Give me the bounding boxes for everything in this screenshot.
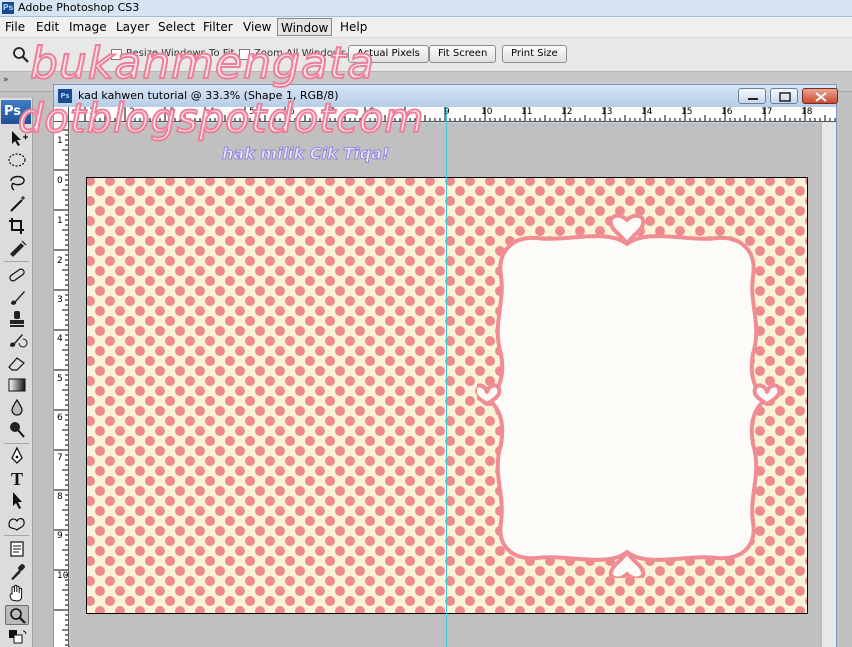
magic-wand-tool-icon[interactable] <box>5 194 29 214</box>
maximize-button[interactable] <box>770 88 798 104</box>
ruler-label: 7 <box>57 453 63 463</box>
zoom-tool-icon[interactable] <box>5 605 29 625</box>
vertical-guide-line[interactable] <box>446 107 447 647</box>
ruler-label: 17 <box>761 107 773 117</box>
title-bar: Ps Adobe Photoshop CS3 <box>0 0 852 17</box>
history-brush-tool-icon[interactable] <box>5 331 29 351</box>
ruler-label: 0 <box>57 176 63 186</box>
clone-stamp-tool-icon[interactable] <box>5 309 29 329</box>
menu-window[interactable]: Window <box>277 18 333 36</box>
ruler-label: 10 <box>481 107 493 117</box>
ruler-label: 13 <box>601 107 613 117</box>
zoom-tool-icon[interactable] <box>12 46 30 64</box>
lasso-tool-icon[interactable] <box>5 172 29 192</box>
elliptical-marquee-tool-icon[interactable] <box>5 150 29 170</box>
tool-separator <box>4 535 29 536</box>
menu-image[interactable]: Image <box>66 20 110 34</box>
close-button[interactable] <box>802 88 838 104</box>
blur-tool-icon[interactable] <box>5 397 29 417</box>
document-window: Ps kad kahwen tutorial @ 33.3% (Shape 1,… <box>53 84 838 647</box>
menu-file[interactable]: File <box>2 20 28 34</box>
eraser-tool-icon[interactable] <box>5 353 29 373</box>
menu-edit[interactable]: Edit <box>33 20 62 34</box>
ruler-label: 2 <box>57 256 63 266</box>
gradient-tool-icon[interactable] <box>5 375 29 395</box>
ruler-label: 9 <box>57 531 63 541</box>
app-title: Adobe Photoshop CS3 <box>18 1 140 14</box>
ruler-label: 16 <box>721 107 733 117</box>
custom-shape-tool-icon[interactable] <box>5 512 29 532</box>
healing-brush-tool-icon[interactable] <box>5 265 29 285</box>
fit-screen-button[interactable]: Fit Screen <box>429 45 497 63</box>
pen-tool-icon[interactable] <box>5 446 29 466</box>
minimize-button[interactable] <box>738 88 766 104</box>
vertical-scrollbar[interactable] <box>821 122 836 647</box>
color-swatches-icon[interactable] <box>5 627 29 647</box>
watermark-line-1: bukanmengata <box>29 37 376 90</box>
ruler-label: 6 <box>57 413 63 423</box>
vertical-ruler: 1 0 1 2 3 4 5 6 7 8 9 10 <box>54 122 69 647</box>
menu-help[interactable]: Help <box>337 20 370 34</box>
menu-view[interactable]: View <box>240 20 274 34</box>
photoshop-window: Ps Adobe Photoshop CS3 File Edit Image L… <box>0 0 852 647</box>
bracket-frame-shape[interactable] <box>477 204 782 578</box>
ruler-label: 14 <box>641 107 653 117</box>
print-size-button[interactable]: Print Size <box>502 45 567 63</box>
tool-separator <box>4 443 29 444</box>
eyedropper-tool-icon[interactable] <box>5 561 29 581</box>
hand-tool-icon[interactable] <box>5 583 29 603</box>
notes-tool-icon[interactable] <box>5 539 29 559</box>
ruler-label: 8 <box>57 492 63 502</box>
menu-bar: File Edit Image Layer Select Filter View… <box>0 17 852 38</box>
polka-dot-artboard[interactable] <box>86 177 808 614</box>
ruler-label: 4 <box>57 334 63 344</box>
dodge-tool-icon[interactable] <box>5 419 29 439</box>
ruler-label: 11 <box>521 107 533 117</box>
tools-panel: Ps T <box>0 98 33 647</box>
watermark-line-3: hak milik Cik Tiqa! <box>222 144 390 164</box>
crop-tool-icon[interactable] <box>5 216 29 236</box>
svg-text:T: T <box>11 469 23 488</box>
menu-filter[interactable]: Filter <box>200 20 236 34</box>
collapse-panels-icon[interactable]: » <box>3 75 9 85</box>
ruler-label: 1 <box>57 216 63 226</box>
photoshop-logo-icon: Ps <box>2 2 14 14</box>
ruler-label: 5 <box>57 374 63 384</box>
ruler-label: 18 <box>801 107 813 117</box>
slice-tool-icon[interactable] <box>5 238 29 258</box>
ruler-label: 3 <box>57 295 63 305</box>
menu-layer[interactable]: Layer <box>113 20 152 34</box>
path-selection-tool-icon[interactable] <box>5 490 29 510</box>
tool-separator <box>4 261 29 262</box>
ruler-label: 10 <box>57 571 69 581</box>
canvas-area[interactable] <box>70 123 836 647</box>
ruler-label: 12 <box>561 107 573 117</box>
menu-select[interactable]: Select <box>155 20 198 34</box>
type-tool-icon[interactable]: T <box>5 468 29 488</box>
ruler-label: 15 <box>681 107 693 117</box>
watermark-line-2: dotblogspotdotcom <box>17 95 425 143</box>
brush-tool-icon[interactable] <box>5 287 29 307</box>
